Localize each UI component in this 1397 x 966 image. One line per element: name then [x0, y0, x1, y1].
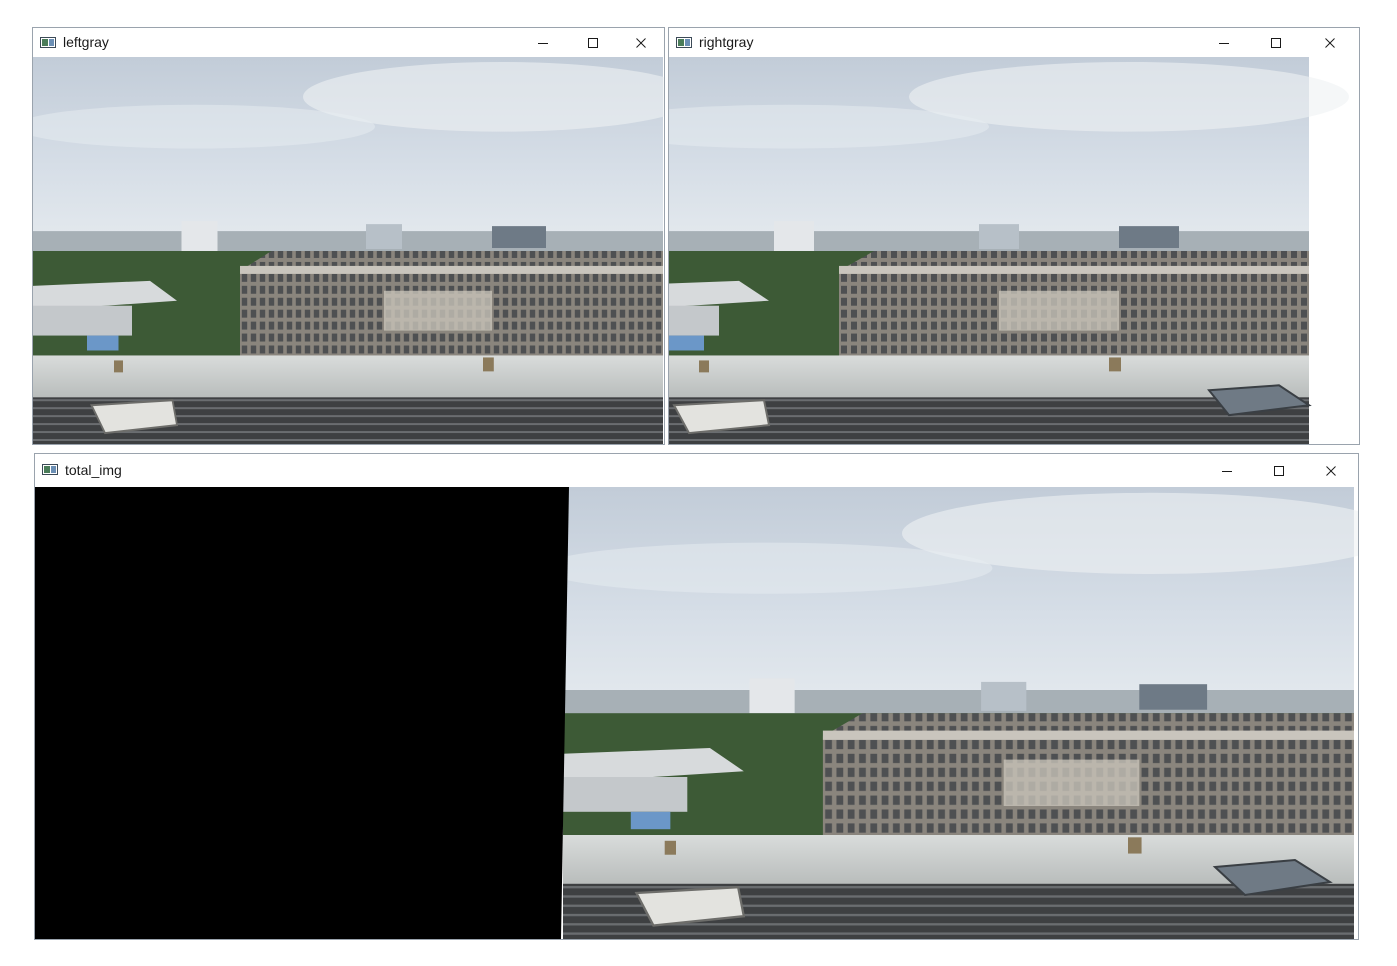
- window-title: leftgray: [63, 34, 109, 50]
- minimize-button[interactable]: [520, 28, 566, 57]
- minimize-button[interactable]: [1201, 28, 1247, 57]
- maximize-button[interactable]: [1253, 28, 1299, 57]
- opencv-window-icon: [676, 37, 692, 48]
- opencv-window-icon: [42, 464, 58, 475]
- window-total-img: total_img: [34, 453, 1359, 940]
- minimize-icon: [1222, 470, 1232, 472]
- window-title: total_img: [65, 462, 122, 478]
- maximize-icon: [588, 37, 598, 48]
- close-button[interactable]: [1308, 454, 1354, 487]
- opencv-window-icon: [40, 37, 56, 48]
- left-photo: [33, 57, 664, 444]
- window-leftgray: leftgray: [32, 27, 665, 445]
- stitched-photo: [35, 487, 1358, 939]
- image-canvas: [35, 487, 1358, 939]
- right-photo: [669, 57, 1359, 444]
- close-button[interactable]: [1307, 28, 1353, 57]
- close-icon: [1325, 37, 1335, 48]
- maximize-icon: [1271, 37, 1281, 48]
- minimize-icon: [1219, 42, 1229, 44]
- black-region: [35, 487, 569, 939]
- title-bar[interactable]: leftgray: [33, 28, 664, 57]
- maximize-button[interactable]: [570, 28, 616, 57]
- maximize-button[interactable]: [1256, 454, 1302, 487]
- maximize-icon: [1274, 465, 1284, 476]
- image-canvas: [33, 57, 664, 444]
- close-button[interactable]: [618, 28, 664, 57]
- close-icon: [636, 37, 646, 48]
- title-bar[interactable]: total_img: [35, 454, 1358, 487]
- close-icon: [1326, 465, 1336, 476]
- title-bar[interactable]: rightgray: [669, 28, 1359, 57]
- minimize-icon: [538, 42, 548, 44]
- window-title: rightgray: [699, 34, 754, 50]
- minimize-button[interactable]: [1204, 454, 1250, 487]
- window-rightgray: rightgray: [668, 27, 1360, 445]
- image-canvas: [669, 57, 1359, 444]
